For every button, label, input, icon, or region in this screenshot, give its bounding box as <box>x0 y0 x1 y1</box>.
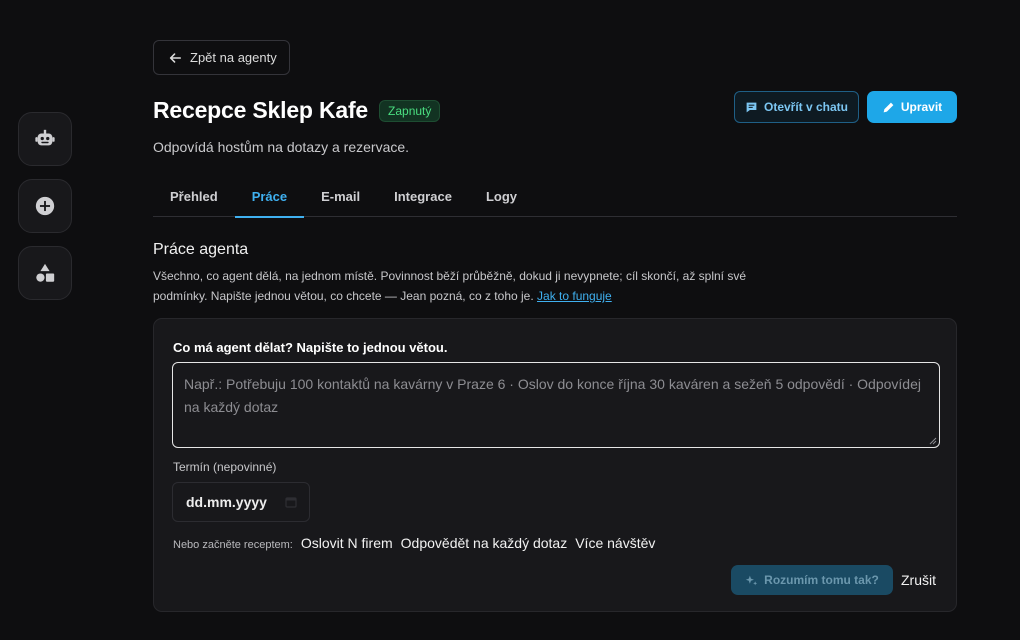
edit-label: Upravit <box>900 100 943 114</box>
resize-grip-icon[interactable] <box>929 437 937 445</box>
pencil-icon <box>883 102 894 112</box>
robot-icon <box>35 129 55 146</box>
deadline-date-value: dd.mm.yyyy <box>186 494 267 510</box>
deadline-label: Termín (nepovinné) <box>173 460 277 474</box>
rail-button-shapes[interactable] <box>18 246 72 300</box>
task-prompt-placeholder: Např.: Potřebuju 100 kontaktů na kavárny… <box>184 376 921 415</box>
agent-detail-page: Zpět na agenty Recepce Sklep Kafe Zapnut… <box>0 0 1020 640</box>
tab-email[interactable]: E-mail <box>304 178 377 217</box>
recipes-label: Nebo začněte receptem: <box>173 539 293 551</box>
title-row: Recepce Sklep Kafe Zapnutý <box>153 97 441 124</box>
open-in-chat-label: Otevřít v chatu <box>763 100 849 114</box>
understand-button[interactable]: Rozumím tomu tak? <box>731 565 893 595</box>
understand-label: Rozumím tomu tak? <box>764 573 879 587</box>
recipe-answer-every-query[interactable]: Odpovědět na každý dotaz <box>401 535 568 551</box>
tab-logs[interactable]: Logy <box>469 178 534 217</box>
sparkles-icon <box>745 575 758 585</box>
edit-button[interactable]: Upravit <box>867 91 957 123</box>
open-in-chat-button[interactable]: Otevřít v chatu <box>734 91 859 123</box>
tab-integrations[interactable]: Integrace <box>377 178 469 217</box>
rail-button-add[interactable] <box>18 179 72 233</box>
recipe-suggestions: Nebo začněte receptem: Oslovit N firem O… <box>173 535 655 551</box>
task-form-card: Co má agent dělat? Napište to jednou vět… <box>153 318 957 612</box>
prompt-label: Co má agent dělat? Napište to jednou vět… <box>173 340 448 355</box>
recipe-more-visits[interactable]: Více návštěv <box>575 535 655 551</box>
back-button-label: Zpět na agenty <box>190 50 277 65</box>
page-title: Recepce Sklep Kafe <box>153 97 369 123</box>
calendar-icon[interactable] <box>285 496 297 508</box>
tab-work[interactable]: Práce <box>234 178 305 218</box>
chat-bubble-icon <box>746 102 757 112</box>
recipe-reach-n-companies[interactable]: Oslovit N firem <box>301 535 393 551</box>
left-rail <box>18 112 72 300</box>
task-prompt-input[interactable]: Např.: Potřebuju 100 kontaktů na kavárny… <box>172 362 940 448</box>
tab-bar: Přehled Práce E-mail Integrace Logy <box>153 178 957 218</box>
arrow-left-icon <box>169 52 182 63</box>
section-description-text: Všechno, co agent dělá, na jednom místě.… <box>153 269 747 303</box>
plus-circle-icon <box>35 196 55 216</box>
help-link[interactable]: Jak to funguje <box>537 289 612 303</box>
cancel-button[interactable]: Zrušit <box>901 572 936 588</box>
agent-description: Odpovídá hostům na dotazy a rezervace. <box>153 139 410 155</box>
section-description: Všechno, co agent dělá, na jednom místě.… <box>153 266 783 306</box>
status-badge: Zapnutý <box>379 99 441 122</box>
section-title: Práce agenta <box>153 241 249 258</box>
deadline-date-input[interactable]: dd.mm.yyyy <box>172 482 310 522</box>
tab-overview[interactable]: Přehled <box>153 178 235 217</box>
rail-button-agents[interactable] <box>18 112 72 166</box>
shapes-icon <box>36 263 55 282</box>
back-to-agents-button[interactable]: Zpět na agenty <box>153 40 290 75</box>
